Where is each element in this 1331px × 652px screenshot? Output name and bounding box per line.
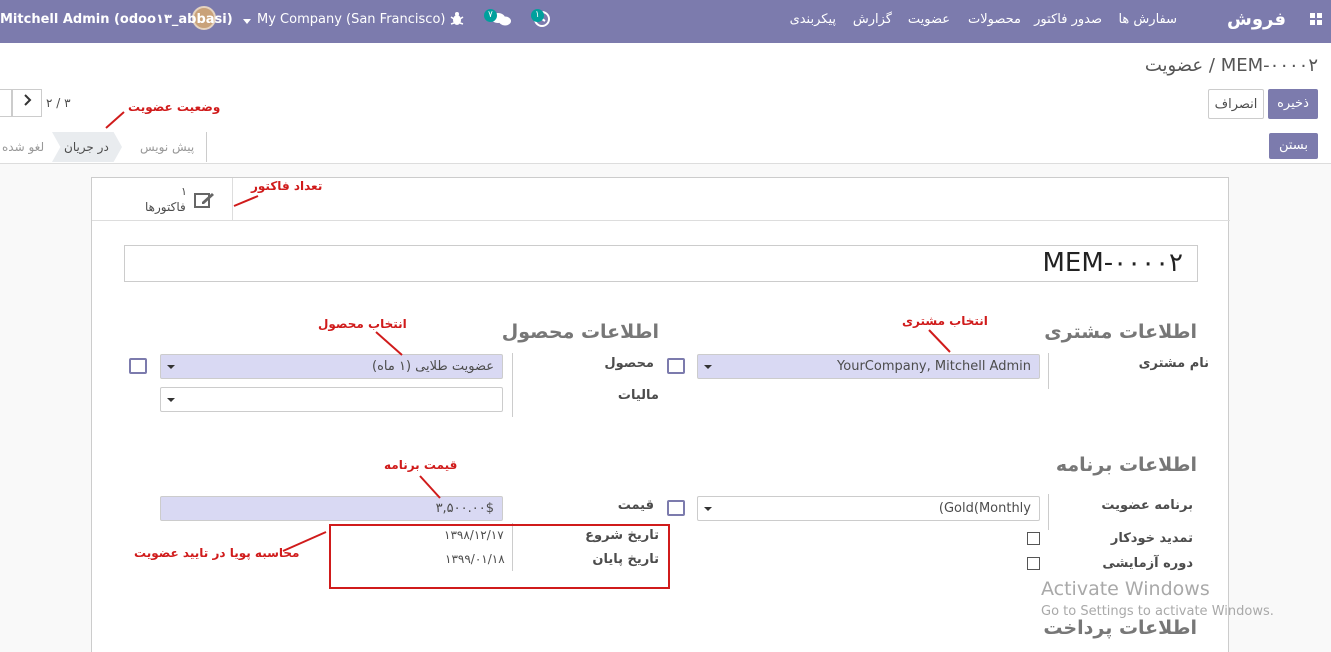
- annotation-arrows: [105, 111, 951, 552]
- activation-watermark-subtitle: Go to Settings to activate Windows.: [1041, 604, 1274, 619]
- activation-watermark-title: Activate Windows: [1041, 578, 1210, 600]
